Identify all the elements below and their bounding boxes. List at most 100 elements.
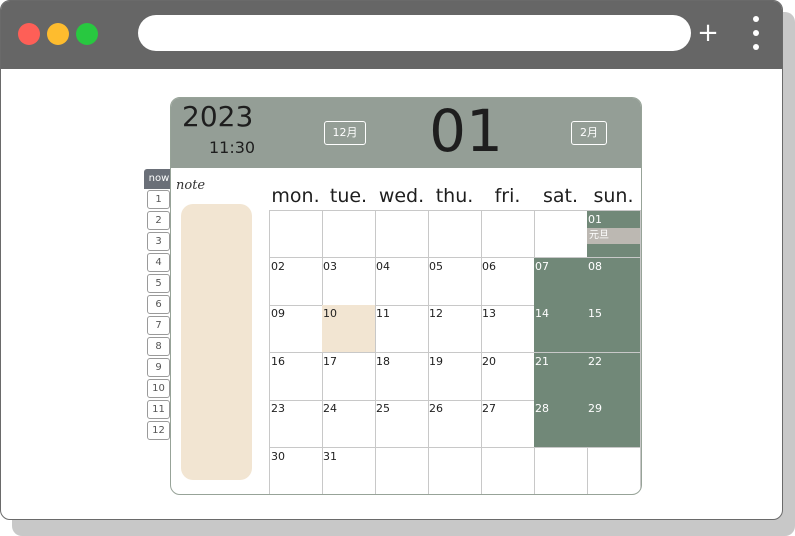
- day-cell-02[interactable]: 02: [269, 257, 323, 306]
- note-label: note: [176, 178, 206, 193]
- day-cell-03[interactable]: 03: [322, 257, 376, 306]
- month-tab-11[interactable]: 11: [147, 400, 170, 419]
- day-cell-23[interactable]: 23: [269, 400, 323, 448]
- minimize-window-button[interactable]: [47, 23, 69, 45]
- day-cell-28[interactable]: 28: [534, 400, 588, 448]
- day-number: 29: [588, 402, 602, 415]
- day-number: 22: [588, 354, 602, 368]
- day-number: 21: [535, 354, 549, 368]
- weekday-header: sat.: [542, 185, 579, 207]
- weekday-header: mon.: [271, 185, 320, 207]
- month-tab-10[interactable]: 10: [147, 379, 170, 398]
- day-cell-20[interactable]: 20: [481, 352, 535, 401]
- weekday-header: fri.: [494, 185, 521, 207]
- day-cell-06[interactable]: 06: [481, 257, 535, 306]
- holiday-badge: 元旦: [587, 228, 640, 244]
- day-cell-29[interactable]: 29: [587, 400, 641, 448]
- day-cell-19[interactable]: 19: [428, 352, 482, 401]
- day-cell-12[interactable]: 12: [428, 305, 482, 353]
- day-cell-10[interactable]: 10: [322, 305, 376, 353]
- day-cell-01[interactable]: 01 元旦: [587, 210, 641, 258]
- close-window-button[interactable]: [18, 23, 40, 45]
- day-cell-27[interactable]: 27: [481, 400, 535, 448]
- day-number: 28: [535, 402, 549, 415]
- day-cell-31[interactable]: 31: [322, 447, 376, 494]
- day-cell-21[interactable]: 21: [534, 352, 588, 401]
- day-cell-24[interactable]: 24: [322, 400, 376, 448]
- day-cell-08[interactable]: 08: [587, 257, 641, 306]
- day-cell-22[interactable]: 22: [587, 352, 641, 401]
- empty-cell: [375, 447, 429, 494]
- day-number: 23: [271, 402, 285, 415]
- day-number: 31: [323, 449, 337, 463]
- month-tab-6[interactable]: 6: [147, 295, 170, 314]
- day-cell-16[interactable]: 16: [269, 352, 323, 401]
- address-bar[interactable]: [138, 15, 691, 51]
- day-cell-14[interactable]: 14: [534, 305, 588, 353]
- empty-cell: [428, 210, 482, 258]
- day-cell-30[interactable]: 30: [269, 447, 323, 494]
- day-number: 25: [376, 402, 390, 415]
- month-tab-2[interactable]: 2: [147, 211, 170, 230]
- calendar-header: 2023 11:30 12月 01 2月: [171, 98, 641, 168]
- day-number: 30: [271, 449, 285, 463]
- day-number: 07: [535, 259, 549, 273]
- day-cell-09[interactable]: 09: [269, 305, 323, 353]
- day-cell-11[interactable]: 11: [375, 305, 429, 353]
- day-number: 03: [323, 259, 337, 273]
- empty-cell: [534, 210, 588, 258]
- day-number: 02: [271, 259, 285, 273]
- weekday-header: thu.: [435, 185, 474, 207]
- month-tab-1[interactable]: 1: [147, 190, 170, 209]
- day-number: 01: [588, 213, 602, 226]
- day-number: 17: [323, 354, 337, 368]
- month-tab-5[interactable]: 5: [147, 274, 170, 293]
- calendar-card: 2023 11:30 12月 01 2月 note mon. tue. wed. th…: [170, 97, 642, 495]
- empty-cell: [375, 210, 429, 258]
- day-cell-15[interactable]: 15: [587, 305, 641, 353]
- new-tab-button[interactable]: +: [696, 19, 720, 47]
- month-tab-8[interactable]: 8: [147, 337, 170, 356]
- day-number: 14: [535, 307, 549, 320]
- weekday-header: wed.: [378, 185, 425, 207]
- month-tab-12[interactable]: 12: [147, 421, 170, 440]
- day-number: 15: [588, 307, 602, 320]
- current-month-label: 01: [429, 97, 503, 165]
- day-cell-07[interactable]: 07: [534, 257, 588, 306]
- day-number: 09: [271, 307, 285, 320]
- day-number: 10: [323, 307, 337, 320]
- browser-titlebar: +: [1, 1, 782, 69]
- year-label: 2023: [182, 100, 254, 133]
- month-tab-4[interactable]: 4: [147, 253, 170, 272]
- day-number: 18: [376, 354, 390, 368]
- month-tab-7[interactable]: 7: [147, 316, 170, 335]
- day-number: 05: [429, 259, 443, 273]
- day-number: 04: [376, 259, 390, 273]
- empty-cell: [428, 447, 482, 494]
- day-cell-05[interactable]: 05: [428, 257, 482, 306]
- empty-cell: [269, 210, 323, 258]
- day-number: 24: [323, 402, 337, 415]
- day-number: 12: [429, 307, 443, 320]
- day-cell-26[interactable]: 26: [428, 400, 482, 448]
- month-tab-3[interactable]: 3: [147, 232, 170, 251]
- day-cell-25[interactable]: 25: [375, 400, 429, 448]
- day-number: 06: [482, 259, 496, 273]
- day-number: 08: [588, 259, 602, 273]
- more-options-icon[interactable]: [750, 16, 762, 52]
- next-month-button[interactable]: 2月: [571, 121, 607, 145]
- clock-label: 11:30: [209, 138, 256, 157]
- day-cell-13[interactable]: 13: [481, 305, 535, 353]
- note-panel[interactable]: [181, 204, 252, 480]
- empty-cell: [481, 447, 535, 494]
- day-cell-18[interactable]: 18: [375, 352, 429, 401]
- empty-cell: [322, 210, 376, 258]
- month-tab-9[interactable]: 9: [147, 358, 170, 377]
- day-cell-17[interactable]: 17: [322, 352, 376, 401]
- day-number: 26: [429, 402, 443, 415]
- day-number: 20: [482, 354, 496, 368]
- weekday-header: sun.: [593, 185, 634, 207]
- prev-month-button[interactable]: 12月: [324, 121, 366, 145]
- day-cell-04[interactable]: 04: [375, 257, 429, 306]
- maximize-window-button[interactable]: [76, 23, 98, 45]
